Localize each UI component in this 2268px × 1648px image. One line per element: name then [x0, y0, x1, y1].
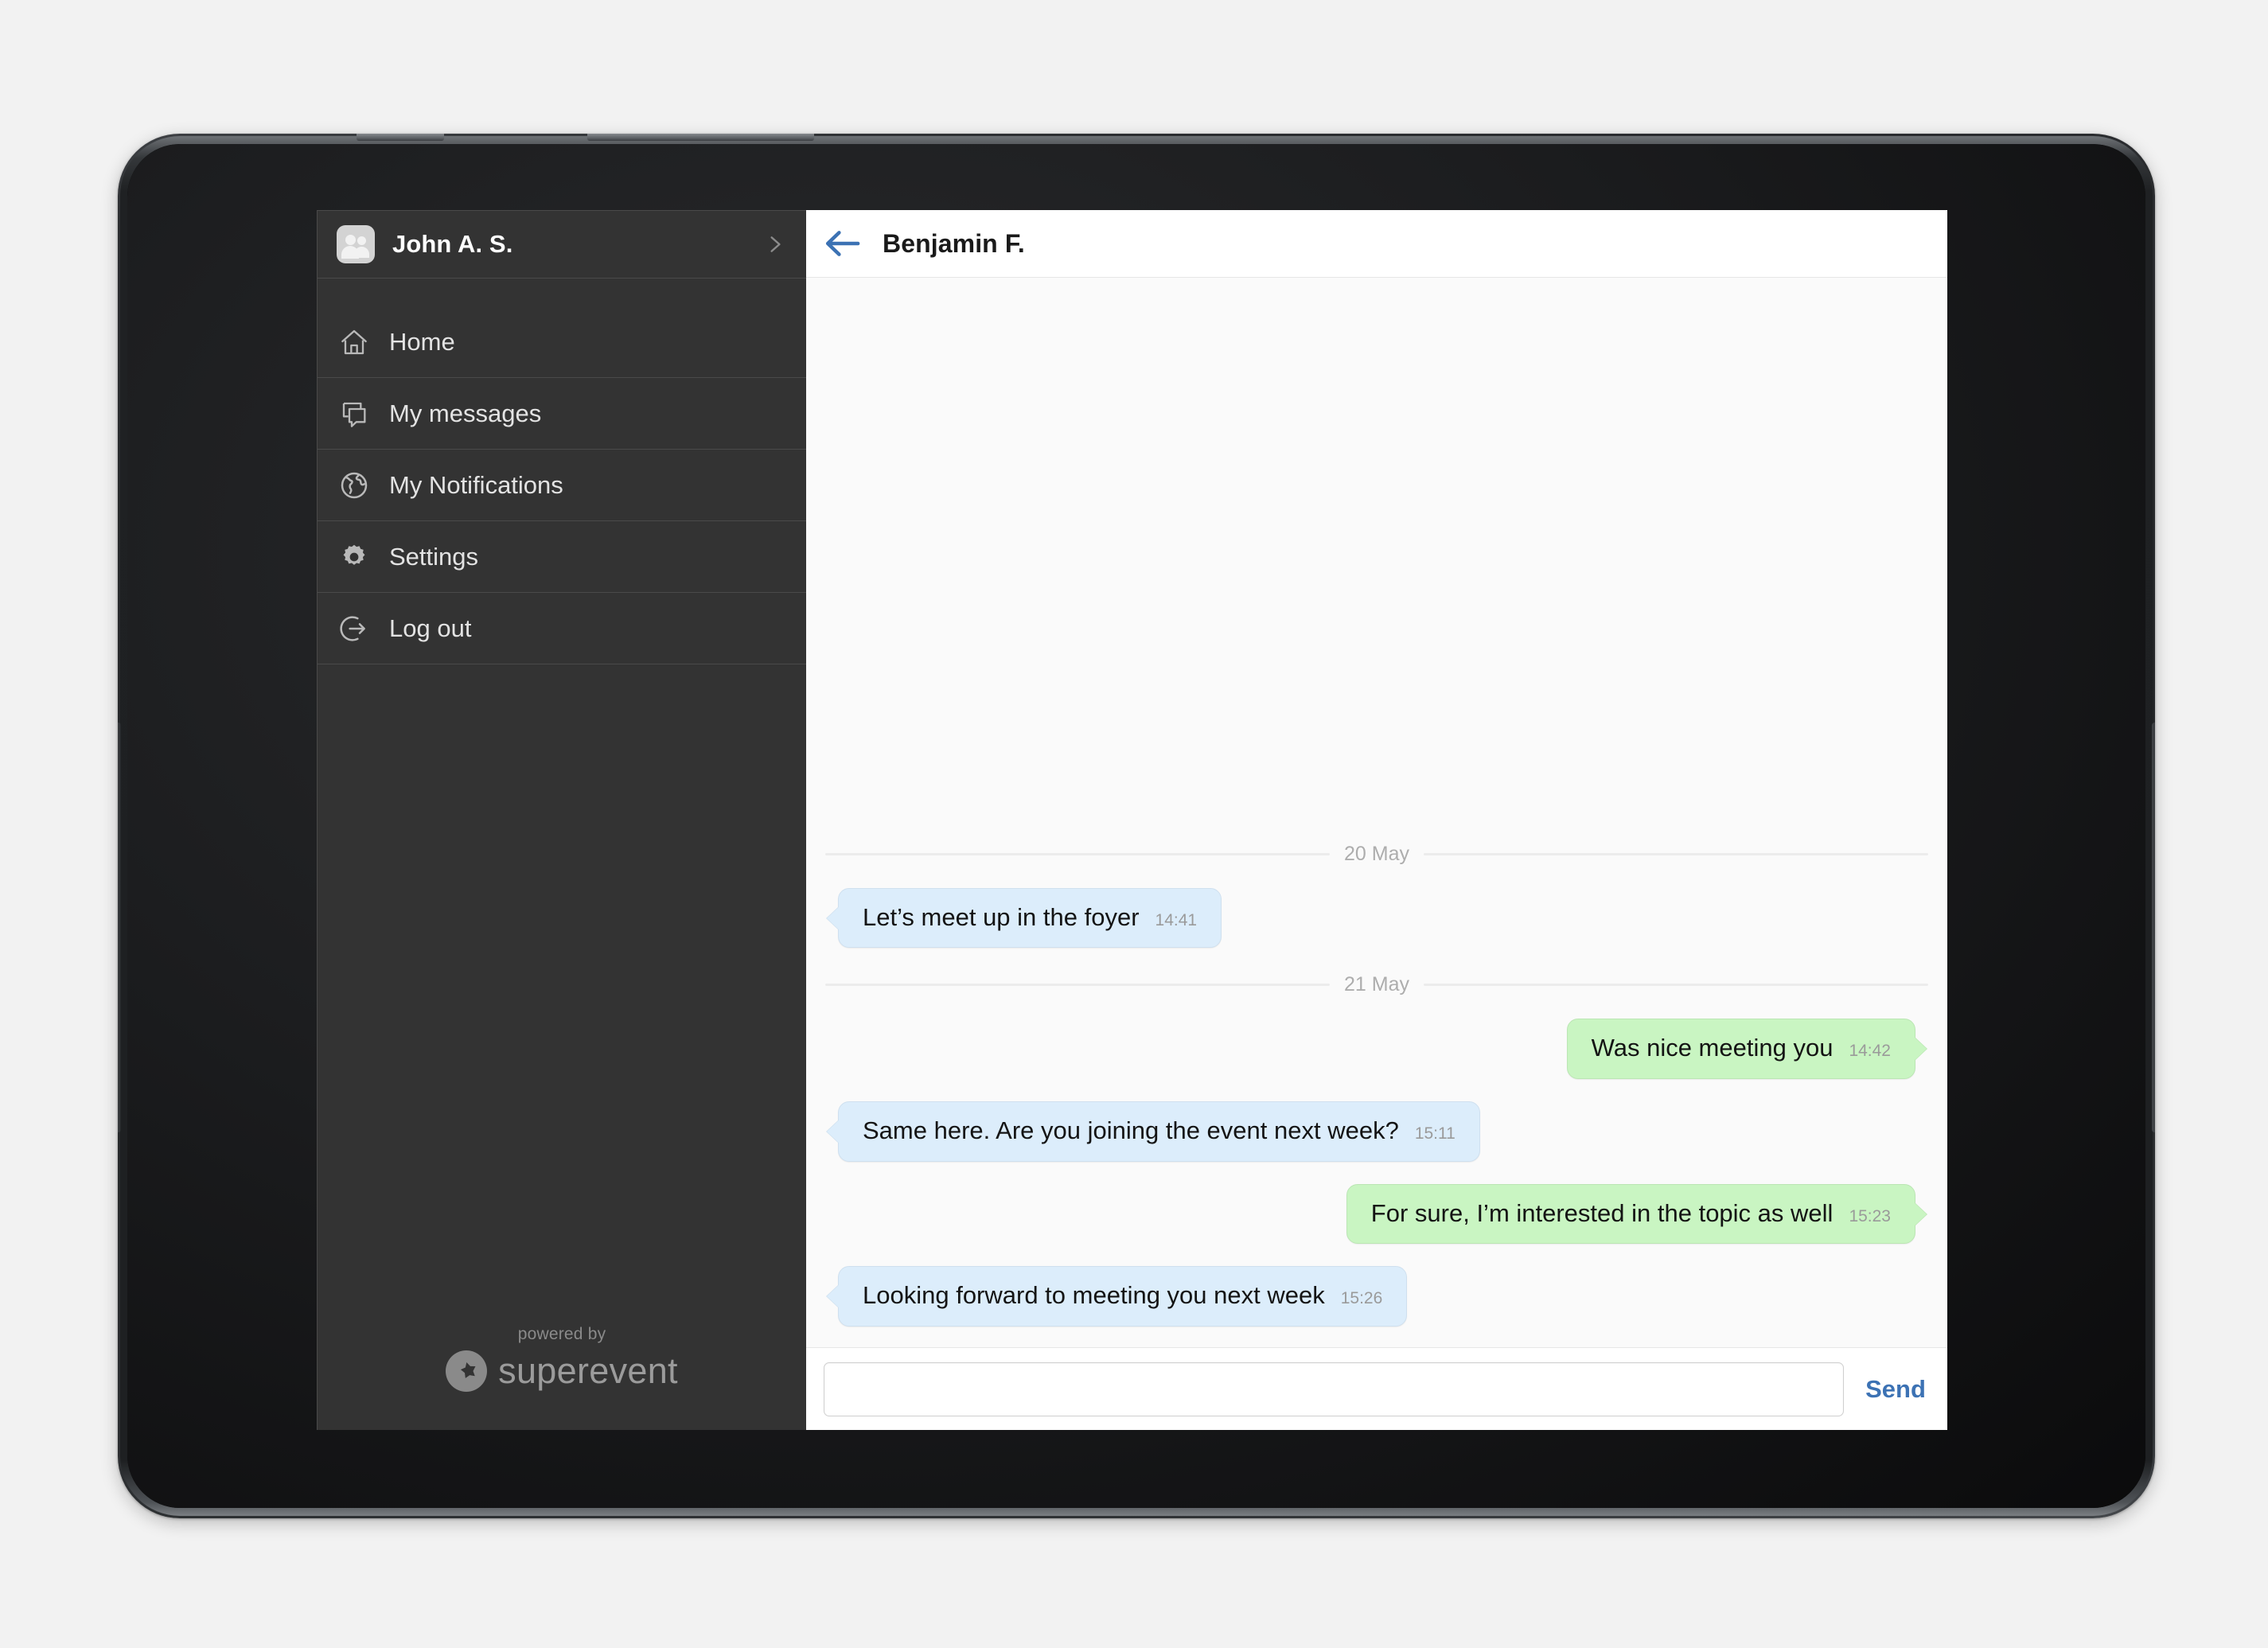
date-separator-rule	[1424, 852, 1929, 855]
message-row: For sure, I’m interested in the topic as…	[825, 1183, 1928, 1245]
message-text: Let’s meet up in the foyer	[863, 902, 1140, 931]
brand-name: superevent	[498, 1350, 678, 1391]
message-row: Looking forward to meeting you next week…	[825, 1266, 1928, 1327]
incoming-message-bubble[interactable]: Looking forward to meeting you next week…	[838, 1266, 1408, 1327]
message-text: Was nice meeting you	[1591, 1034, 1833, 1062]
message-timestamp: 15:11	[1414, 1124, 1455, 1143]
chat-panel: Benjamin F. 20 May Let’s meet up in the f…	[806, 210, 1947, 1430]
powered-by-label: powered by	[517, 1325, 606, 1343]
message-text: Same here. Are you joining the event nex…	[863, 1116, 1399, 1145]
side-vent-right	[2152, 723, 2155, 1132]
date-separator: 20 May	[825, 842, 1929, 866]
date-separator: 21 May	[825, 973, 1929, 996]
message-thread[interactable]: 20 May Let’s meet up in the foyer 14:41 21 …	[806, 278, 1947, 1347]
sidebar-item-my-notifications[interactable]: My Notifications	[318, 450, 806, 521]
date-separator-label: 20 May	[1344, 842, 1409, 865]
date-separator-rule	[825, 984, 1331, 987]
sidebar-item-my-messages[interactable]: My messages	[318, 378, 806, 450]
sidebar-profile-row[interactable]: John A. S.	[318, 211, 806, 279]
people-avatar-icon	[337, 225, 375, 263]
back-arrow-icon[interactable]	[824, 228, 860, 259]
message-row: Same here. Are you joining the event nex…	[825, 1101, 1928, 1162]
profile-name: John A. S.	[392, 230, 513, 258]
brand-row[interactable]: superevent	[318, 1350, 806, 1392]
globe-icon	[337, 468, 372, 503]
message-row: Let’s meet up in the foyer 14:41	[825, 887, 1928, 949]
logout-arrow-icon	[337, 611, 372, 646]
sidebar-item-label: Settings	[389, 542, 479, 571]
message-timestamp: 15:23	[1849, 1206, 1891, 1225]
date-separator-rule	[825, 852, 1331, 855]
send-button[interactable]: Send	[1844, 1375, 1947, 1404]
outgoing-message-bubble[interactable]: For sure, I’m interested in the topic as…	[1346, 1183, 1915, 1245]
date-separator-rule	[1424, 984, 1929, 987]
sidebar: John A. S. Home My messages My Notificat…	[317, 210, 806, 1430]
sidebar-item-log-out[interactable]: Log out	[318, 593, 806, 664]
chat-title: Benjamin F.	[883, 228, 1025, 258]
sidebar-item-label: Log out	[389, 614, 472, 642]
message-input[interactable]	[824, 1362, 1844, 1416]
incoming-message-bubble[interactable]: Let’s meet up in the foyer 14:41	[838, 887, 1222, 949]
sidebar-item-label: My messages	[389, 399, 542, 427]
outgoing-message-bubble[interactable]: Was nice meeting you 14:42	[1566, 1019, 1915, 1080]
chat-header: Benjamin F.	[806, 210, 1947, 278]
message-timestamp: 14:42	[1849, 1042, 1891, 1061]
speaker-notch-left	[357, 134, 444, 141]
composer-bar: Send	[806, 1347, 1947, 1430]
message-timestamp: 14:41	[1155, 910, 1198, 929]
app-surface: John A. S. Home My messages My Notificat…	[317, 210, 1947, 1430]
message-text: For sure, I’m interested in the topic as…	[1370, 1198, 1833, 1227]
home-icon	[337, 325, 372, 360]
chevron-right-icon	[770, 236, 781, 252]
chat-bubbles-icon	[337, 396, 372, 431]
message-text: Looking forward to meeting you next week	[863, 1281, 1325, 1310]
message-timestamp: 15:26	[1340, 1289, 1383, 1308]
gear-icon	[337, 540, 372, 575]
sidebar-filler	[318, 664, 806, 1325]
message-row: Was nice meeting you 14:42	[825, 1019, 1928, 1080]
speaker-notch-right	[587, 134, 814, 141]
side-vent-left	[118, 723, 121, 1132]
star-badge-icon	[446, 1350, 488, 1392]
sidebar-item-settings[interactable]: Settings	[318, 521, 806, 593]
sidebar-item-label: My Notifications	[389, 470, 563, 499]
powered-by-block: powered by superevent	[318, 1325, 806, 1430]
incoming-message-bubble[interactable]: Same here. Are you joining the event nex…	[838, 1101, 1480, 1162]
date-separator-label: 21 May	[1344, 973, 1409, 996]
sidebar-item-label: Home	[389, 327, 455, 356]
sidebar-item-home[interactable]: Home	[318, 306, 806, 378]
